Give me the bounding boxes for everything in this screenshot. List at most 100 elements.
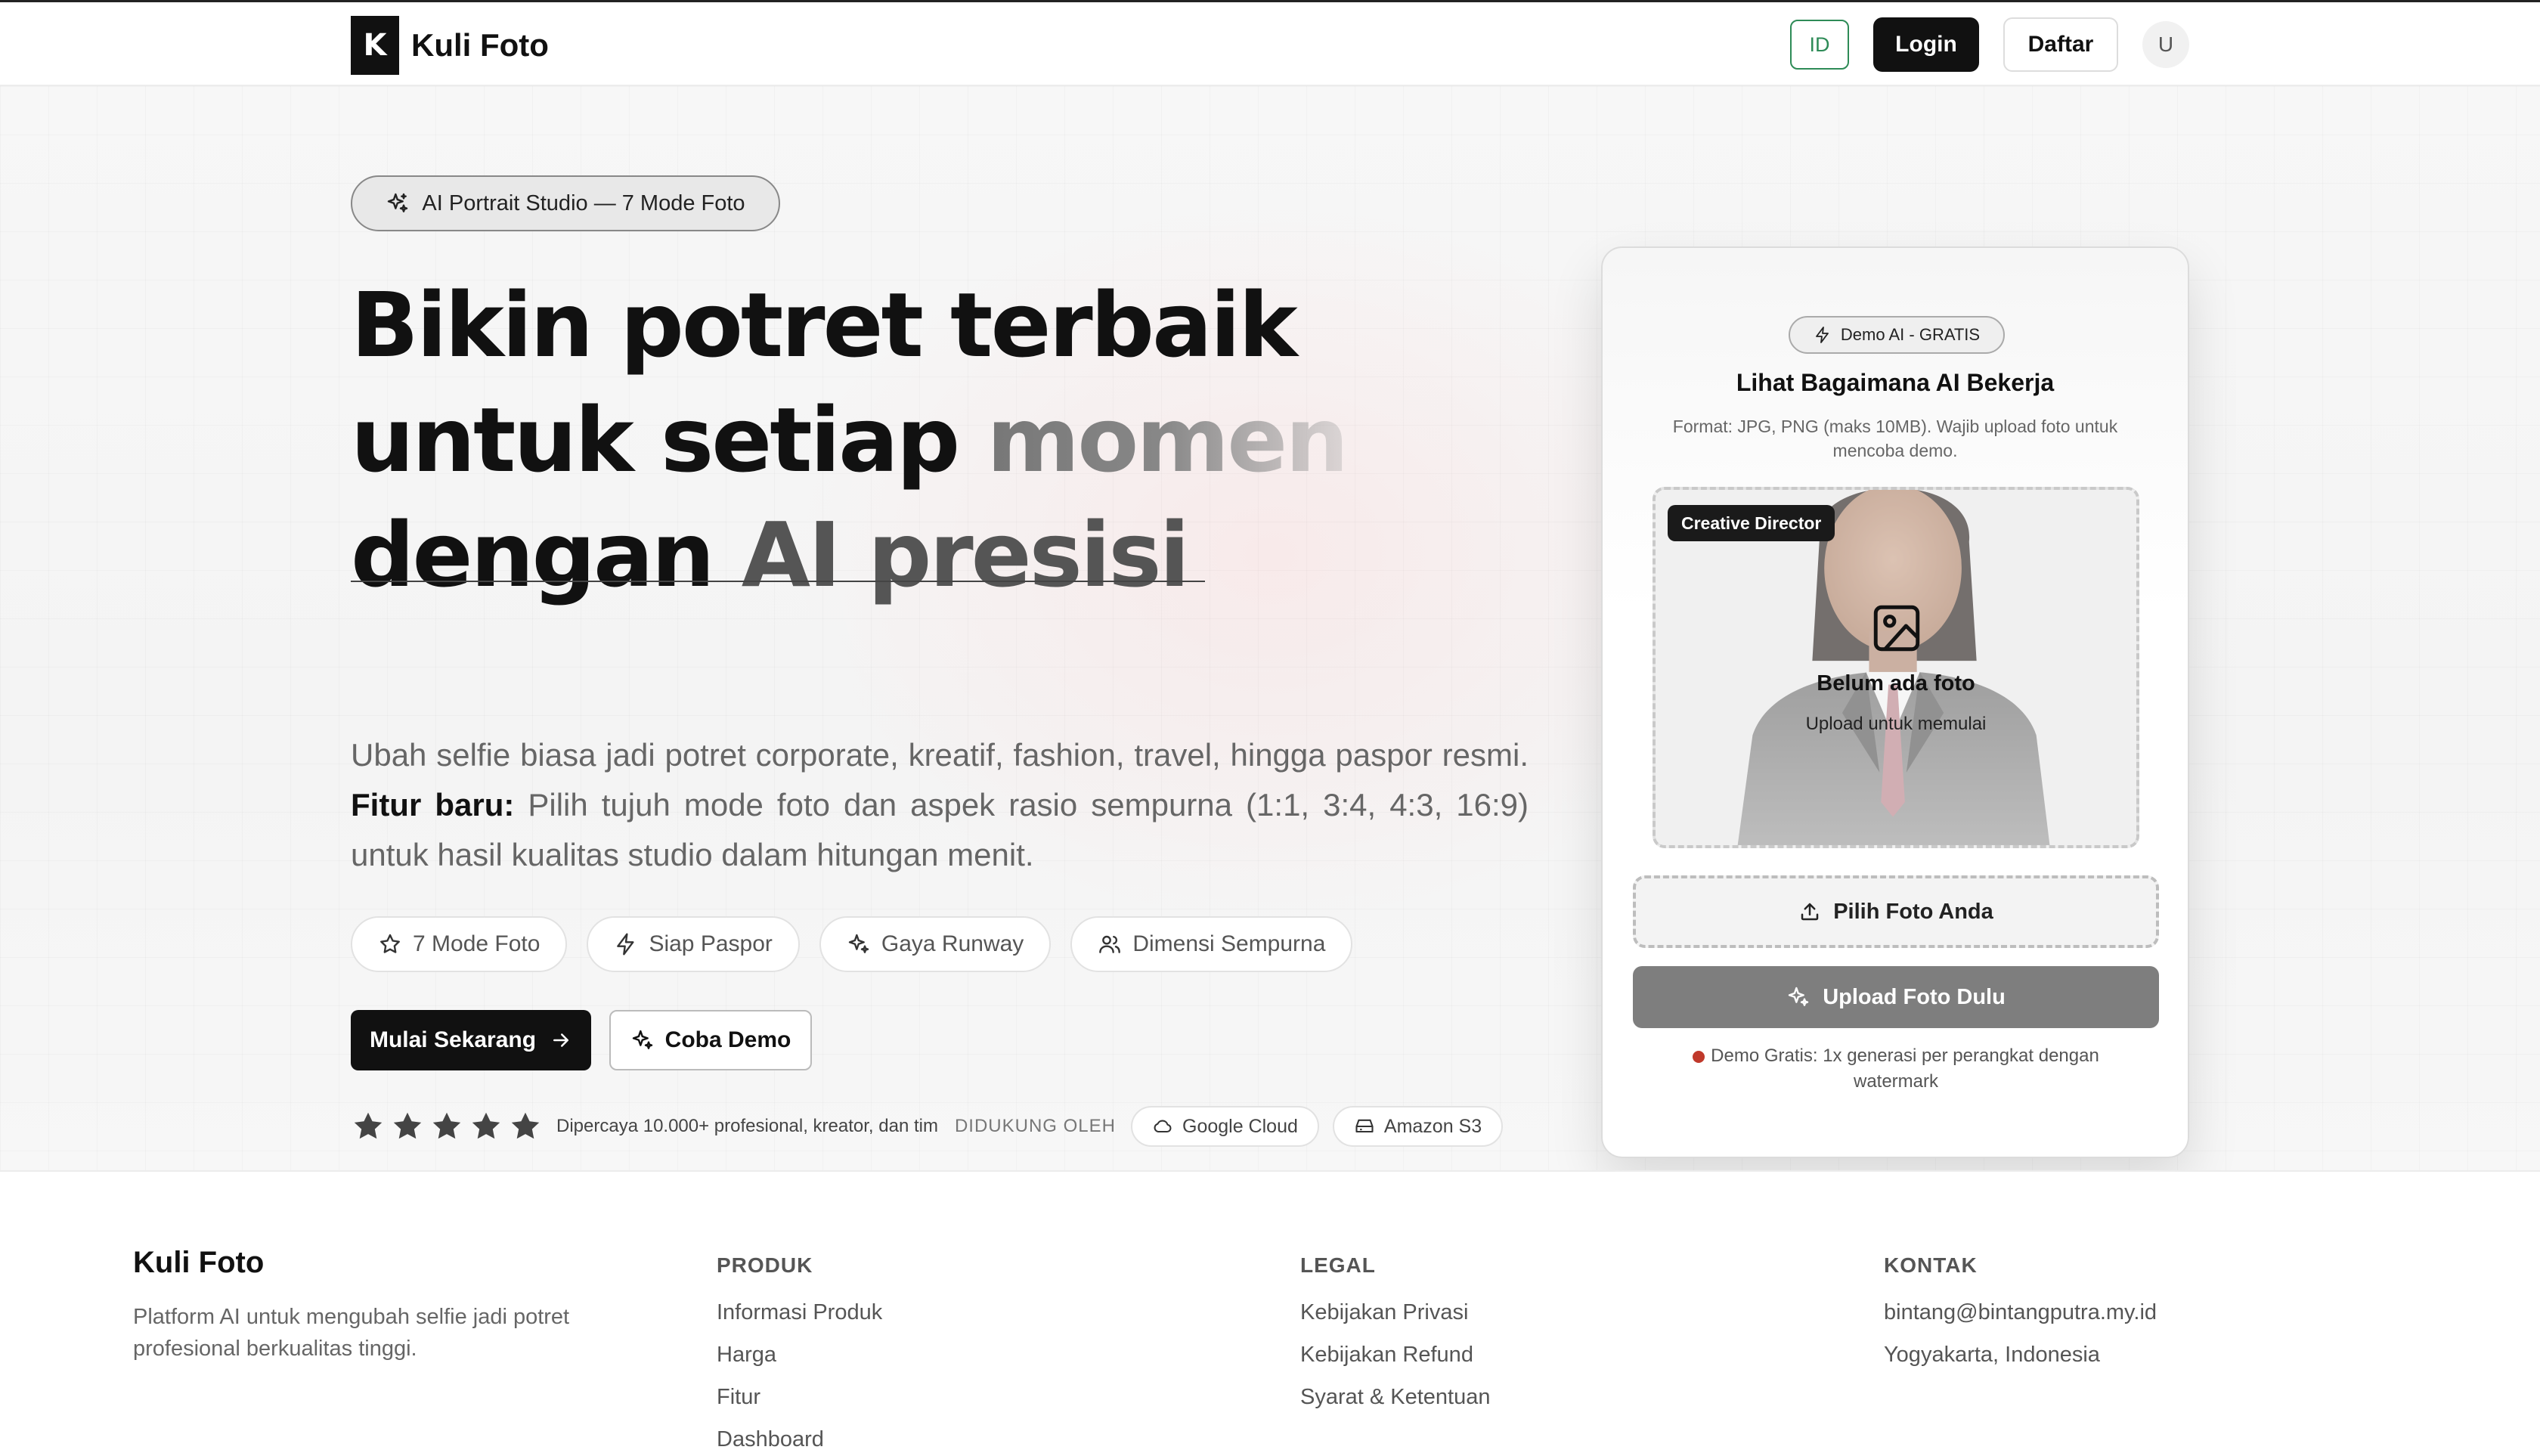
footer-link[interactable]: Syarat & Ketentuan — [1300, 1382, 1491, 1412]
star-filled-icon — [393, 1112, 422, 1139]
brand-link[interactable]: K Kuli Foto — [351, 16, 549, 75]
hero-cta-group: Mulai Sekarang Coba Demo — [351, 1010, 812, 1070]
footer-link[interactable]: Kebijakan Privasi — [1300, 1297, 1491, 1327]
footer-brand: Kuli Foto — [133, 1246, 265, 1279]
footer-column-legal: LEGAL Kebijakan Privasi Kebijakan Refund… — [1300, 1246, 1491, 1412]
upload-icon — [1801, 903, 1819, 921]
partner-label: Google Cloud — [1182, 1115, 1298, 1137]
star-filled-icon — [432, 1112, 461, 1139]
sparkles-icon — [632, 1030, 652, 1049]
site-footer: Kuli Foto Platform AI untuk mengubah sel… — [0, 1173, 2540, 1456]
hero-description-end: Pilih tujuh mode foto dan aspek rasio se… — [351, 787, 1529, 872]
try-demo-button[interactable]: Coba Demo — [609, 1010, 812, 1070]
hero-headline: Bikin potret terbaik untuk setiap momen … — [351, 268, 1349, 612]
demo-description: Format: JPG, PNG (maks 10MB). Wajib uplo… — [1672, 417, 2118, 460]
feature-chip: Gaya Runway — [819, 916, 1052, 972]
footer-heading: LEGAL — [1300, 1253, 1376, 1277]
empty-state-title: Belum ada foto — [1817, 671, 1975, 695]
headline-highlight: AI presisi — [741, 503, 1190, 607]
headline-line-3: dengan AI presisi — [351, 497, 1258, 612]
footer-link[interactable]: Informasi Produk — [717, 1297, 882, 1327]
headline-line-1: Bikin potret terbaik — [351, 273, 1298, 377]
star-filled-icon — [354, 1112, 383, 1139]
try-demo-label: Coba Demo — [664, 1027, 791, 1052]
headline-line-3-start: dengan — [351, 503, 742, 607]
backed-by-label: DIDUKUNG OLEH — [954, 1116, 1116, 1136]
demo-badge: Demo AI - GRATIS — [1789, 316, 2005, 354]
footer-link[interactable]: Fitur — [717, 1382, 882, 1412]
user-avatar[interactable]: U — [2142, 21, 2189, 68]
star-filled-icon — [472, 1112, 500, 1139]
bolt-icon — [1816, 327, 1829, 343]
footer-column-contact: KONTAK bintang@bintangputra.my.id Yogyak… — [1884, 1246, 2157, 1370]
footer-heading: PRODUK — [717, 1253, 813, 1277]
feature-chip: Siap Paspor — [587, 916, 800, 972]
feature-chip: Dimensi Sempurna — [1070, 916, 1353, 972]
star-icon — [380, 934, 400, 953]
feature-chip-label: Dimensi Sempurna — [1132, 931, 1326, 956]
footer-link[interactable]: Dashboard — [717, 1424, 882, 1454]
demo-card: Demo AI - GRATIS Lihat Bagaimana AI Beke… — [1601, 246, 2189, 1158]
partner-badge-google-cloud: Google Cloud — [1131, 1106, 1319, 1147]
cloud-icon — [1154, 1120, 1172, 1133]
contact-email-link[interactable]: bintang@bintangputra.my.id — [1884, 1297, 2157, 1327]
register-button[interactable]: Daftar — [2003, 17, 2118, 72]
footer-heading: KONTAK — [1884, 1253, 1978, 1277]
start-now-label: Mulai Sekarang — [369, 1027, 537, 1052]
sparkles-icon — [1788, 987, 1809, 1006]
photo-overlay — [1656, 490, 2136, 845]
headline-line-2-start: untuk setiap — [351, 388, 987, 492]
footer-column-product: PRODUK Informasi Produk Harga Fitur Dash… — [717, 1246, 882, 1454]
headline-line-2: untuk setiap momen — [351, 383, 1349, 497]
feature-chip-label: 7 Mode Foto — [413, 931, 541, 956]
image-placeholder-icon — [1873, 605, 1920, 652]
social-proof: Dipercaya 10.000+ profesional, kreator, … — [351, 1105, 1516, 1148]
nav-actions: ID Login Daftar U — [1790, 17, 2189, 72]
choose-photo-label: Pilih Foto Anda — [1833, 899, 1993, 924]
hero-section: AI Portrait Studio — 7 Mode Foto Bikin p… — [0, 86, 2540, 1172]
demo-note: Demo Gratis: 1x generasi per perangkat d… — [1663, 1043, 2129, 1095]
target-icon — [1693, 1050, 1705, 1063]
demo-note-text: Demo Gratis: 1x generasi per perangkat d… — [1711, 1046, 2099, 1092]
brand-name: Kuli Foto — [411, 27, 549, 63]
trust-text: Dipercaya 10.000+ profesional, kreator, … — [556, 1116, 938, 1136]
arrow-right-icon — [553, 1033, 569, 1047]
users-icon — [1099, 935, 1121, 953]
rating-stars — [351, 1109, 543, 1144]
hero-description: Ubah selfie biasa jadi potret corporate,… — [351, 730, 1529, 880]
brand-logo: K — [351, 16, 399, 75]
contact-location: Yogyakarta, Indonesia — [1884, 1343, 2100, 1367]
demo-title: Lihat Bagaimana AI Bekerja — [1736, 369, 2055, 396]
storage-icon — [1355, 1119, 1374, 1133]
footer-brand-column: Kuli Foto Platform AI untuk mengubah sel… — [133, 1246, 617, 1365]
headline-rotating-word: momen — [987, 388, 1349, 492]
language-button[interactable]: ID — [1790, 20, 1849, 70]
choose-photo-button[interactable]: Pilih Foto Anda — [1633, 875, 2159, 948]
feature-chip-label: Gaya Runway — [881, 931, 1024, 956]
partner-label: Amazon S3 — [1383, 1115, 1482, 1137]
hero-badge: AI Portrait Studio — 7 Mode Foto — [351, 175, 780, 231]
star-filled-icon — [511, 1112, 540, 1139]
footer-description: Platform AI untuk mengubah selfie jadi p… — [133, 1305, 570, 1361]
partner-badge-amazon-s3: Amazon S3 — [1332, 1106, 1504, 1147]
empty-state-subtitle: Upload untuk memulai — [1805, 714, 1987, 734]
photo-dropzone[interactable]: Creative Director Belum ada foto Upload … — [1653, 487, 2139, 848]
hero-badge-label: AI Portrait Studio — 7 Mode Foto — [422, 191, 745, 215]
footer-link[interactable]: Kebijakan Refund — [1300, 1340, 1491, 1370]
hero-description-bold: Fitur baru: — [351, 787, 515, 822]
upload-first-label: Upload Foto Dulu — [1823, 984, 2006, 1009]
role-tag: Creative Director — [1668, 505, 1835, 541]
bolt-icon — [617, 933, 634, 956]
feature-chip-label: Siap Paspor — [649, 931, 773, 956]
footer-link[interactable]: Harga — [717, 1340, 882, 1370]
hero-description-start: Ubah selfie biasa jadi potret corporate,… — [351, 737, 1529, 773]
login-button[interactable]: Login — [1873, 17, 1979, 72]
upload-first-button[interactable]: Upload Foto Dulu — [1633, 966, 2159, 1028]
sparkles-icon — [848, 934, 869, 953]
headline-underline — [351, 581, 1205, 582]
feature-chips: 7 Mode Foto Siap Paspor Gaya Runway Dime… — [351, 916, 1353, 972]
sparkles-icon — [388, 193, 408, 212]
start-now-button[interactable]: Mulai Sekarang — [351, 1010, 591, 1070]
demo-badge-label: Demo AI - GRATIS — [1840, 325, 1981, 344]
top-navbar: K Kuli Foto ID Login Daftar U — [0, 2, 2540, 86]
